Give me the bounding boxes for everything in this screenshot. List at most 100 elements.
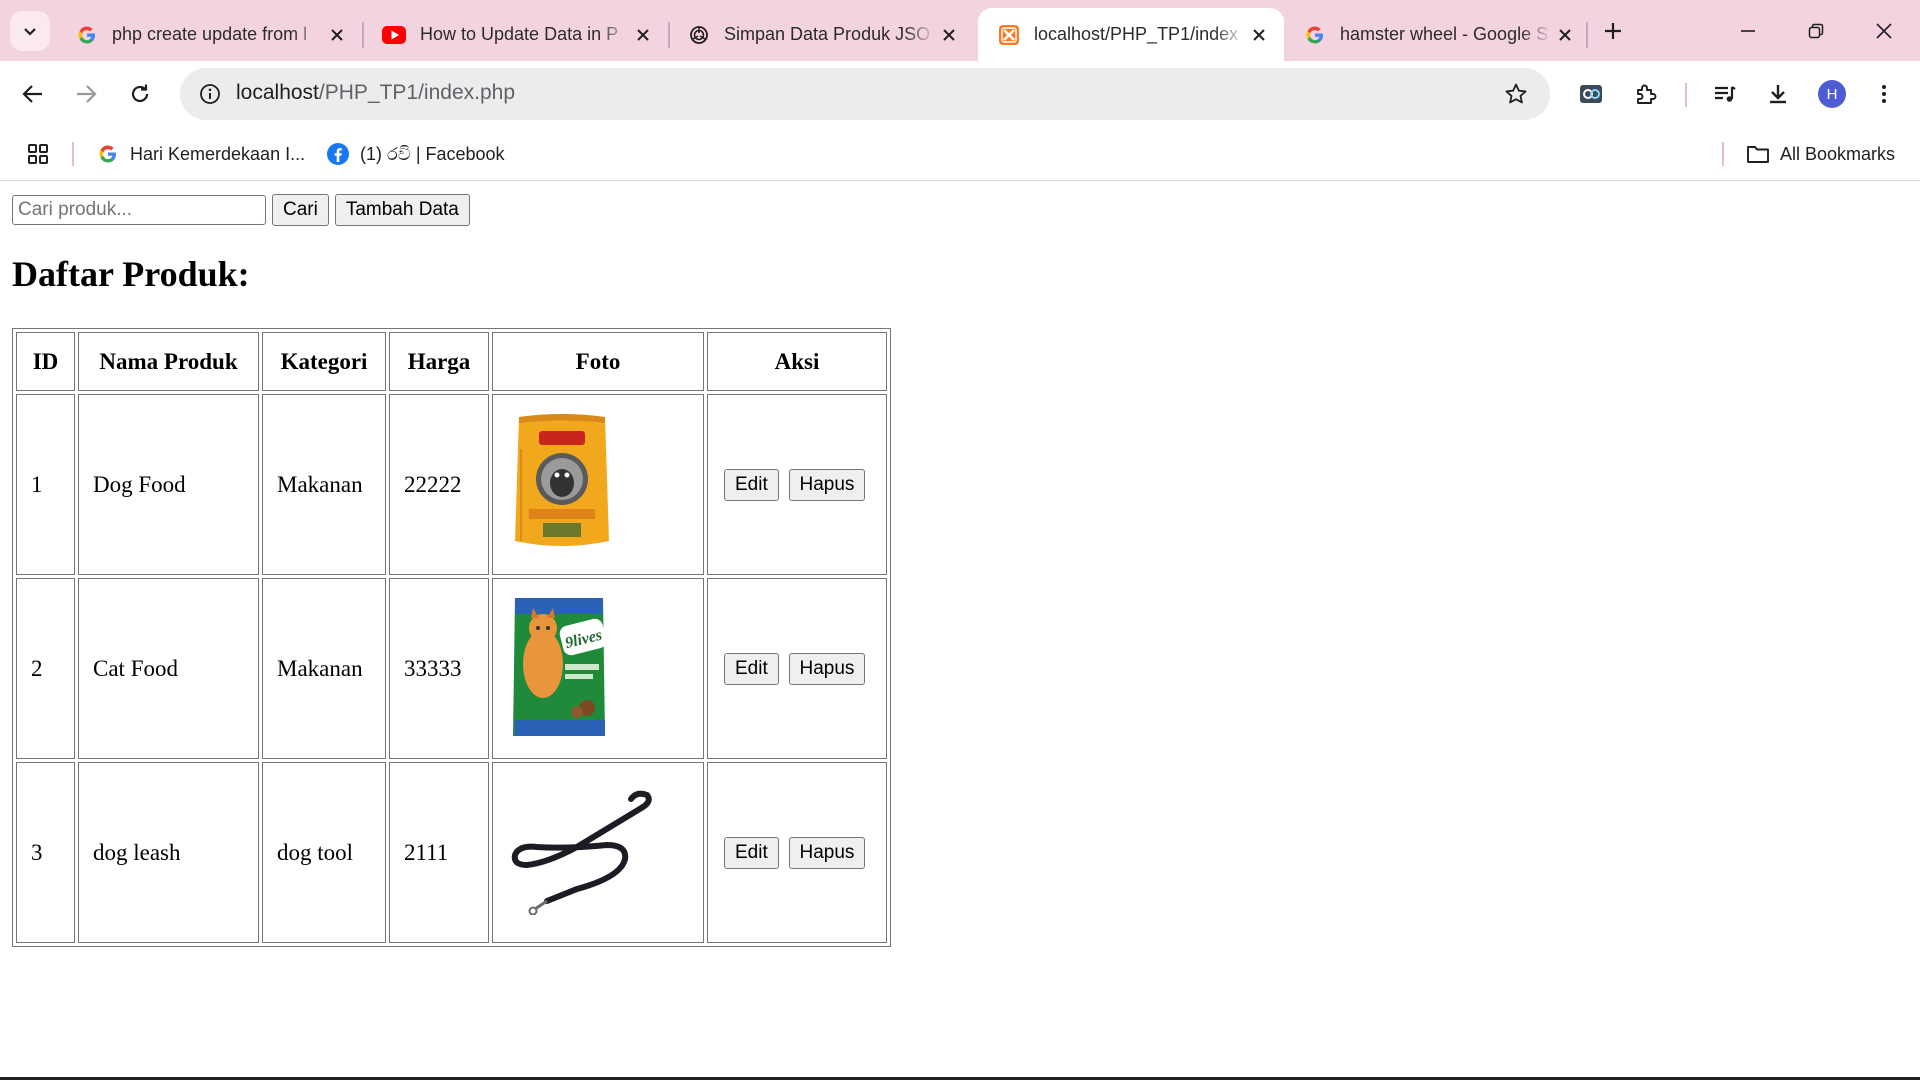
bookmark-label: Hari Kemerdekaan I... [130,143,306,164]
apps-grid-button[interactable] [26,138,50,170]
edit-button[interactable]: Edit [724,468,779,501]
search-input[interactable] [12,195,266,225]
cell-id: 1 [16,394,75,575]
column-header-photo: Foto [492,332,704,391]
bookmarks-divider [72,142,74,166]
bookmarks-bar: Hari Kemerdekaan I... (1) රවි | Facebook… [0,128,1920,181]
tab-title: How to Update Data in P [420,24,619,44]
youtube-icon [382,25,406,44]
avatar: H [1818,80,1846,108]
menu-more-icon[interactable] [1863,73,1905,115]
cell-category: Makanan [262,578,386,759]
chatgpt-icon [690,25,708,44]
cell-id: 3 [16,762,75,943]
edit-button[interactable]: Edit [724,836,779,869]
apps-grid-icon [28,144,48,164]
reload-icon [131,84,149,103]
cell-category: Makanan [262,394,386,575]
dog-leash-image [511,790,652,915]
download-icon[interactable] [1757,73,1799,115]
delete-button[interactable]: Hapus [788,652,866,685]
address-bar[interactable]: localhost/PHP_TP1/index.php [180,68,1550,120]
product-table: ID Nama Produk Kategori Harga Foto Aksi … [12,328,891,947]
google-icon [96,142,120,166]
translate-extension-icon[interactable] [1570,73,1612,115]
table-row: 2 Cat Food Makanan 33333 9lives Edit Hap… [16,578,887,759]
close-icon[interactable] [1246,22,1272,48]
tab-hamster-wheel-google[interactable]: hamster wheel - Google S [1284,8,1590,61]
close-icon[interactable] [1552,22,1578,48]
cell-photo [492,394,704,575]
tab-title: hamster wheel - Google S [1340,24,1549,44]
cell-actions: Edit Hapus [707,394,887,575]
extensions-puzzle-icon[interactable] [1625,73,1667,115]
reload-button[interactable] [119,73,161,115]
cell-actions: Edit Hapus [707,578,887,759]
delete-button[interactable]: Hapus [788,836,866,869]
minimize-button[interactable] [1714,0,1782,61]
column-header-category: Kategori [262,332,386,391]
delete-button[interactable]: Hapus [788,468,866,501]
google-icon [1306,26,1323,43]
plus-icon [1605,23,1621,39]
tab-divider [1586,22,1588,48]
site-info-icon[interactable] [194,78,226,110]
cell-actions: Edit Hapus [707,762,887,943]
cell-name: dog leash [78,762,259,943]
close-icon[interactable] [324,22,350,48]
all-bookmarks-button[interactable]: All Bookmarks [1746,138,1895,170]
bookmark-hari-kemerdekaan[interactable]: Hari Kemerdekaan I... [96,138,305,170]
arrow-left-icon [22,85,42,103]
url-path: /PHP_TP1/index.php [318,81,516,104]
new-tab-button[interactable] [1596,14,1630,48]
xampp-icon [999,24,1019,45]
table-header-row: ID Nama Produk Kategori Harga Foto Aksi [16,332,887,391]
tab-title: php create update from l [112,24,308,44]
close-icon [1876,22,1892,39]
media-control-icon[interactable] [1704,73,1746,115]
tab-how-to-update-data[interactable]: How to Update Data in P [362,8,668,61]
cell-price: 22222 [389,394,489,575]
close-icon[interactable] [630,22,656,48]
cat-food-bag-image: 9lives [513,597,607,736]
folder-icon [1746,142,1770,166]
column-header-action: Aksi [707,332,887,391]
bookmark-star-icon[interactable] [1500,78,1532,110]
search-button[interactable]: Cari [272,194,329,226]
tab-title: Simpan Data Produk JSO [724,24,931,44]
bookmark-facebook[interactable]: (1) රවි | Facebook [326,138,505,170]
cell-price: 2111 [389,762,489,943]
bookmarks-divider [1722,142,1724,166]
tab-php-create-update[interactable]: php create update from l [56,8,362,61]
profile-avatar-button[interactable]: H [1811,73,1853,115]
tab-simpan-data-produk[interactable]: Simpan Data Produk JSO [668,8,974,61]
chevron-down-icon [24,28,36,36]
back-button[interactable] [12,73,54,115]
facebook-icon [326,142,350,166]
tab-title: localhost/PHP_TP1/index [1034,24,1239,44]
cell-price: 33333 [389,578,489,759]
tab-strip: php create update from l How to Update D… [0,0,1920,61]
url-host: localhost [236,81,319,104]
column-header-name: Nama Produk [78,332,259,391]
cell-category: dog tool [262,762,386,943]
close-window-button[interactable] [1850,0,1918,61]
edit-button[interactable]: Edit [724,652,779,685]
forward-button[interactable] [65,73,107,115]
restore-icon [1808,23,1824,38]
browser-toolbar: localhost/PHP_TP1/index.php H [0,61,1920,128]
all-bookmarks-label: All Bookmarks [1780,143,1896,164]
cell-photo [492,762,704,943]
tab-localhost-index[interactable]: localhost/PHP_TP1/index [978,8,1284,61]
close-icon[interactable] [936,22,962,48]
add-data-button[interactable]: Tambah Data [334,194,470,226]
tab-search-button[interactable] [10,11,50,51]
address-url[interactable]: localhost/PHP_TP1/index.php [236,81,515,105]
cell-name: Cat Food [78,578,259,759]
table-row: 3 dog leash dog tool 2111 Edit Hapus [16,762,887,943]
restore-button[interactable] [1782,0,1850,61]
page-content: Cari Tambah Data Daftar Produk: ID Nama … [0,181,1920,1080]
cell-id: 2 [16,578,75,759]
column-header-price: Harga [389,332,489,391]
toolbar-divider [1685,83,1687,107]
